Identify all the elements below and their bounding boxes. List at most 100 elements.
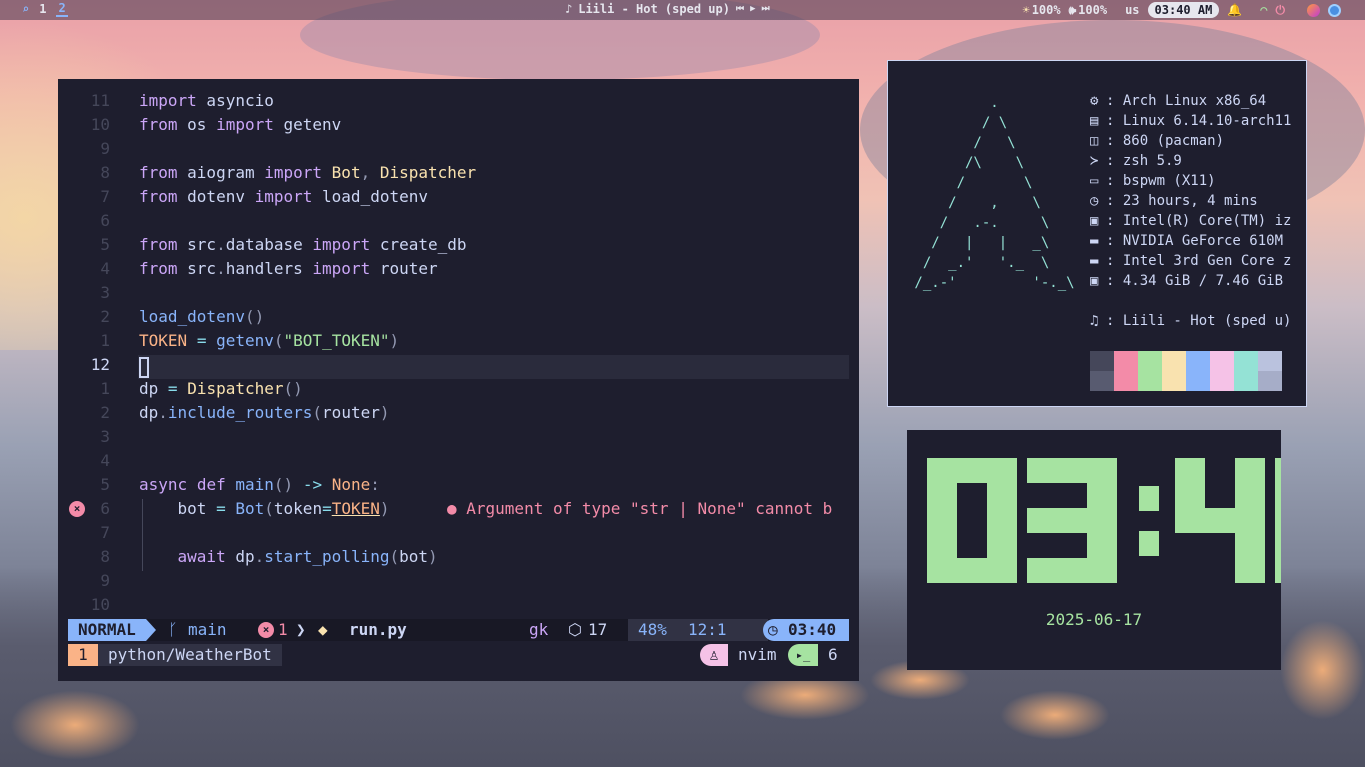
line-number: 10: [90, 115, 110, 134]
line-code: from os import getenv: [139, 115, 342, 134]
system-info-row: ▣ : Intel(R) Core(TM) iz: [1090, 211, 1291, 231]
line-number: 4: [100, 259, 110, 278]
line-number: 5: [100, 235, 110, 254]
brightness-icon: ☀: [1022, 3, 1030, 17]
process-name: nvim: [738, 645, 777, 664]
clock-colon-dot: [1139, 486, 1159, 511]
line-code: from dotenv import load_dotenv: [139, 187, 428, 206]
git-branch: main: [188, 620, 227, 639]
pane-count: 6: [828, 645, 838, 664]
neovim-window[interactable]: 11 import asyncio 10 from os import getenv 9…: [58, 79, 859, 681]
system-info-row: ◫: 860 (pacman): [1090, 131, 1224, 151]
code-line[interactable]: 3: [58, 425, 859, 449]
code-line[interactable]: 1 TOKEN = getenv("BOT_TOKEN"): [58, 329, 859, 353]
mode-indicator: NORMAL: [68, 619, 156, 641]
system-info-text: : NVIDIA GeForce 610M: [1106, 233, 1284, 249]
clock-colon-dot: [1139, 531, 1159, 556]
line-number: 8: [100, 163, 110, 182]
big-clock-digits: [927, 458, 1281, 583]
color-swatch: [1234, 351, 1258, 391]
code-line[interactable]: 5 from src.database import create_db: [58, 233, 859, 257]
code-line[interactable]: 6 bot = Bot(token=TOKEN) × ● Argument of t…: [58, 497, 859, 521]
text-cursor: [139, 357, 149, 378]
wallpaper-lantern-glow: [1280, 620, 1365, 720]
brightness-level[interactable]: 100%: [1032, 3, 1061, 17]
workspace-2[interactable]: 2: [56, 1, 68, 17]
line-number: 8: [100, 547, 110, 566]
media-title: Liili - Hot (sped up): [578, 2, 730, 16]
system-info-text: : Intel 3rd Gen Core z: [1106, 253, 1292, 269]
volume-level[interactable]: 100%: [1078, 3, 1107, 17]
chrome-icon[interactable]: [1328, 3, 1341, 17]
bell-icon[interactable]: 🔔: [1227, 3, 1242, 17]
media-next-button[interactable]: ⏭: [761, 4, 769, 14]
system-info-text: : zsh 5.9: [1106, 153, 1182, 169]
session-name[interactable]: python/WeatherBot: [98, 644, 282, 666]
line-number: 11: [90, 91, 110, 110]
line-code: async def main() -> None:: [139, 475, 380, 494]
line-number: 2: [100, 307, 110, 326]
code-line[interactable]: 10: [58, 593, 859, 617]
system-info-row: ♫: Liili - Hot (sped u): [1090, 311, 1291, 331]
tab-number[interactable]: 1: [68, 644, 98, 666]
line-code: from src.handlers import router: [139, 259, 438, 278]
color-swatch: [1210, 351, 1234, 391]
keyboard-layout[interactable]: us: [1125, 3, 1139, 17]
code-line[interactable]: 4 from src.handlers import router: [58, 257, 859, 281]
wifi-icon[interactable]: ◠: [1260, 3, 1267, 17]
media-player: ♪ Liili - Hot (sped up) ⏮ ▶ ⏭: [565, 2, 770, 16]
workspace-1[interactable]: 1: [39, 2, 46, 16]
cpu-icon: ▣: [1090, 213, 1099, 229]
search-icon[interactable]: ⌕: [22, 2, 29, 16]
gpu-icon: ▬: [1090, 253, 1099, 269]
firefox-icon[interactable]: [1307, 3, 1320, 17]
code-line[interactable]: 2 load_dotenv(): [58, 305, 859, 329]
code-line[interactable]: 9: [58, 137, 859, 161]
code-line[interactable]: 8 await dp.start_polling(bot): [58, 545, 859, 569]
code-line[interactable]: 4: [58, 449, 859, 473]
code-line[interactable]: 1 dp = Dispatcher(): [58, 377, 859, 401]
system-info-row: ◷: 23 hours, 4 mins: [1090, 191, 1258, 211]
power-icon[interactable]: ⏻: [1276, 3, 1286, 18]
scroll-percent: 48%: [638, 620, 667, 639]
statusline-time: 03:40: [788, 620, 837, 639]
fastfetch-window[interactable]: . / \ / \ /\ \ / \ / , \ / .-. \ / | | _…: [887, 60, 1307, 407]
line-number: 5: [100, 475, 110, 494]
code-line[interactable]: 7: [58, 521, 859, 545]
error-count-icon: ×: [258, 622, 274, 638]
error-sign-icon[interactable]: ×: [69, 501, 85, 517]
error-count: 1: [278, 620, 288, 639]
window-icon: ▭: [1090, 173, 1099, 189]
clock-digit-segment: [1275, 558, 1281, 583]
media-play-button[interactable]: ▶: [750, 4, 755, 14]
line-code: from aiogram import Bot, Dispatcher: [139, 163, 477, 182]
python-icon: ◆: [318, 620, 328, 639]
code-line[interactable]: 3: [58, 281, 859, 305]
code-line[interactable]: 9: [58, 569, 859, 593]
clock-digit-segment: [1235, 458, 1265, 583]
code-line[interactable]: 7 from dotenv import load_dotenv: [58, 185, 859, 209]
code-line[interactable]: 12: [58, 353, 859, 377]
line-number: 1: [100, 331, 110, 350]
workspace-switcher: ⌕ 1 2: [22, 1, 68, 17]
gpu-icon: ▬: [1090, 233, 1099, 249]
color-swatch: [1186, 351, 1210, 391]
music-note-icon: ♪: [565, 2, 573, 16]
code-line[interactable]: 2 dp.include_routers(router): [58, 401, 859, 425]
wallpaper-lantern-glow: [1000, 690, 1110, 740]
system-info-text: : Linux 6.14.10-arch11: [1106, 113, 1292, 129]
code-line[interactable]: 11 import asyncio: [58, 89, 859, 113]
code-line[interactable]: 10 from os import getenv: [58, 113, 859, 137]
system-info-text: : Intel(R) Core(TM) iz: [1106, 213, 1292, 229]
top-bar-clock[interactable]: 03:40 AM: [1147, 2, 1220, 18]
code-line[interactable]: 5 async def main() -> None:: [58, 473, 859, 497]
code-line[interactable]: 6: [58, 209, 859, 233]
clock-date: 2025-06-17: [1045, 610, 1143, 629]
media-prev-button[interactable]: ⏮: [736, 4, 744, 14]
code-line[interactable]: 8 from aiogram import Bot, Dispatcher: [58, 161, 859, 185]
diagnostic-message: ● Argument of type "str | None" cannot b: [447, 499, 833, 518]
system-info-text: : bspwm (X11): [1106, 173, 1216, 189]
line-code: from src.database import create_db: [139, 235, 467, 254]
user-icon: ♙: [700, 644, 728, 666]
user-name: gk: [529, 620, 549, 639]
